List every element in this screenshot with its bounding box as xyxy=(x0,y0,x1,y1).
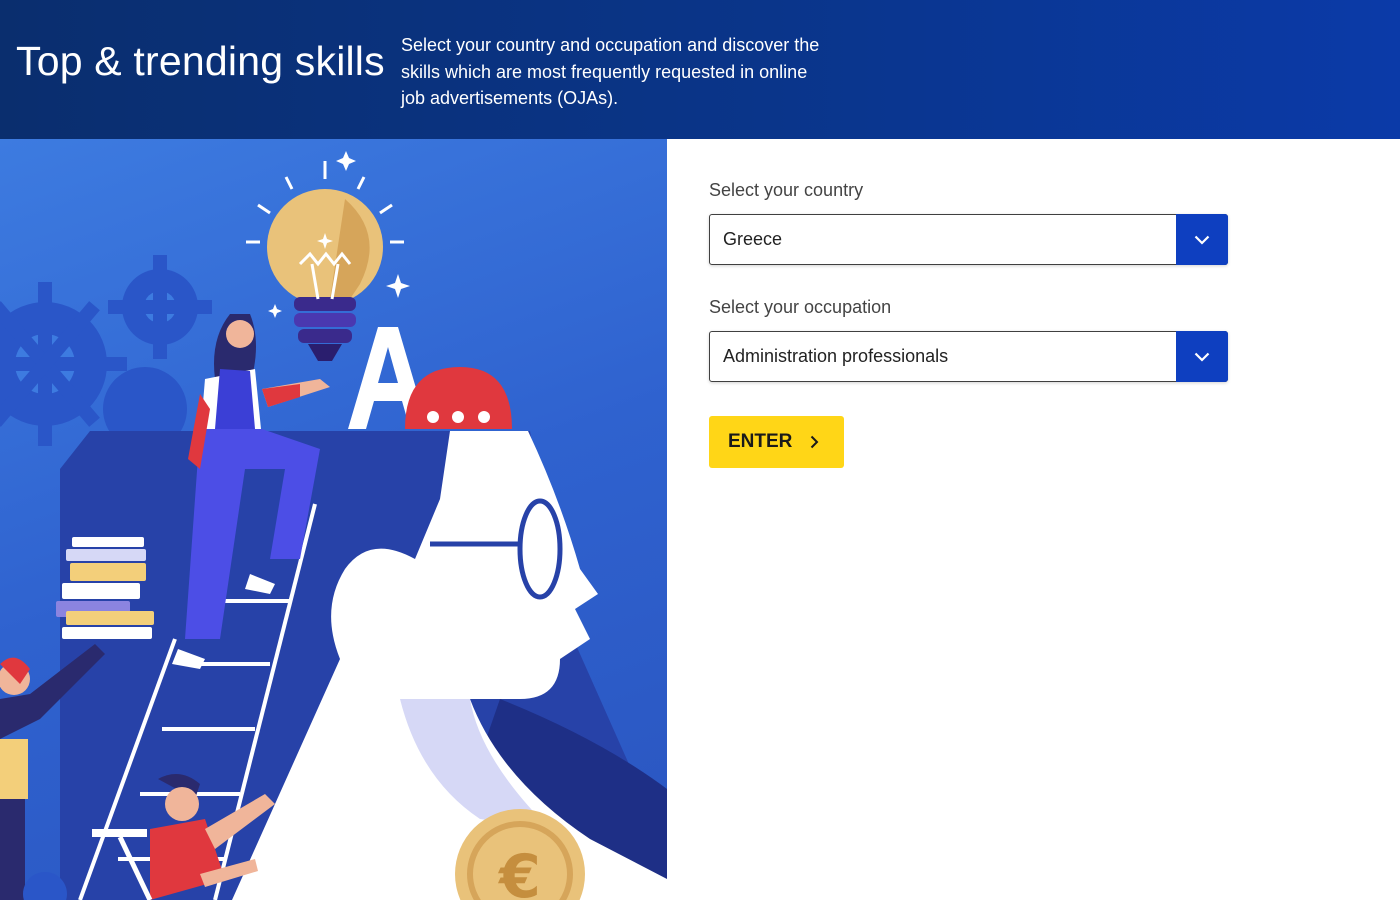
svg-text:€: € xyxy=(497,842,541,900)
country-select-value: Greece xyxy=(723,229,783,249)
enter-button-label: ENTER xyxy=(728,431,793,452)
hero-illustration: € xyxy=(0,139,667,900)
book-stack-icon xyxy=(56,537,154,639)
page-header: Top & trending skills Select your countr… xyxy=(0,0,1400,139)
chevron-down-icon xyxy=(1194,352,1210,362)
enter-button[interactable]: ENTER xyxy=(709,416,844,468)
chevron-right-icon xyxy=(810,435,819,449)
country-dropdown-button[interactable] xyxy=(1176,214,1228,265)
speech-bubble-icon xyxy=(405,367,512,429)
page-intro: Select your country and occupation and d… xyxy=(401,35,820,108)
occupation-select[interactable]: Administration professionals xyxy=(709,331,1228,382)
country-select[interactable]: Greece xyxy=(709,214,1228,265)
page-title: Top & trending skills xyxy=(16,38,385,84)
skills-illustration-image: € xyxy=(0,151,667,900)
occupation-label: Select your occupation xyxy=(709,297,892,317)
occupation-dropdown-button[interactable] xyxy=(1176,331,1228,382)
chevron-down-icon xyxy=(1194,235,1210,245)
country-label: Select your country xyxy=(709,180,864,200)
skills-selection-form: Select your country Greece Select your o… xyxy=(709,180,1229,468)
occupation-select-value: Administration professionals xyxy=(723,346,949,366)
